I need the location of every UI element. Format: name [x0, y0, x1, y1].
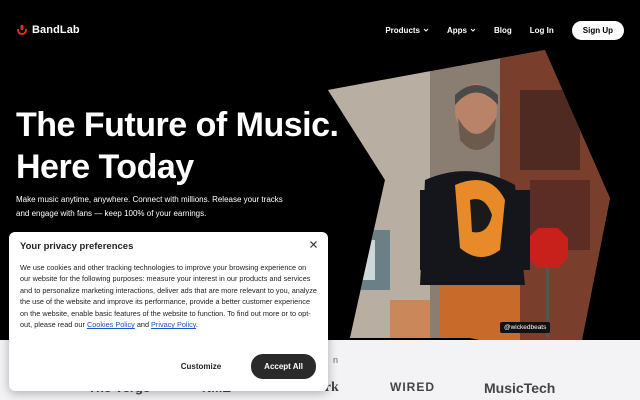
nav-products-label: Products: [385, 25, 420, 35]
close-icon[interactable]: [309, 240, 318, 249]
chevron-down-icon: [470, 28, 476, 32]
press-logo-wired: WIRED: [390, 380, 435, 394]
consent-period: .: [195, 320, 198, 330]
hero-title: The Future of Music. Here Today: [16, 104, 339, 188]
nav-blog[interactable]: Blog: [494, 26, 512, 35]
nav-apps-label: Apps: [447, 25, 467, 35]
nav-login[interactable]: Log In: [530, 26, 554, 35]
press-logo-musictech: MusicTech: [484, 380, 556, 396]
cookies-policy-link[interactable]: Cookies Policy: [87, 320, 135, 329]
privacy-policy-link[interactable]: Privacy Policy: [151, 320, 196, 329]
photo-credit[interactable]: @wickedbeats: [500, 322, 551, 333]
consent-body: We use cookies and other tracking techno…: [20, 262, 317, 330]
logo-text: BandLab: [32, 24, 80, 36]
signup-button[interactable]: Sign Up: [571, 20, 624, 40]
customize-button[interactable]: Customize: [171, 356, 231, 377]
hero-subtitle-line2: and engage with fans — keep 100% of your…: [16, 209, 207, 218]
hero-title-line2: Here Today: [16, 148, 194, 186]
hero-subtitle-line1: Make music anytime, anywhere. Connect wi…: [16, 195, 283, 204]
consent-and-text: and: [134, 320, 152, 330]
hero-subtitle: Make music anytime, anywhere. Connect wi…: [16, 193, 316, 221]
nav-products[interactable]: Products: [385, 26, 429, 35]
main-nav: Products Apps Blog Log In Sign Up: [385, 20, 624, 40]
bandlab-logo[interactable]: BandLab: [16, 24, 80, 36]
featured-caption: n: [333, 355, 339, 365]
accept-all-button[interactable]: Accept All: [251, 354, 316, 379]
consent-actions: Customize Accept All: [171, 354, 316, 379]
bandlab-homepage: BandLab Products Apps Blog Log In Sign U…: [0, 0, 640, 400]
chevron-down-icon: [423, 28, 429, 32]
hero-title-line1: The Future of Music.: [16, 106, 339, 144]
nav-apps[interactable]: Apps: [447, 26, 476, 35]
privacy-consent-dialog: Your privacy preferences We use cookies …: [9, 232, 328, 391]
site-header: BandLab Products Apps Blog Log In Sign U…: [0, 0, 640, 60]
bandlab-logo-icon: [17, 25, 27, 35]
consent-title: Your privacy preferences: [20, 241, 134, 252]
